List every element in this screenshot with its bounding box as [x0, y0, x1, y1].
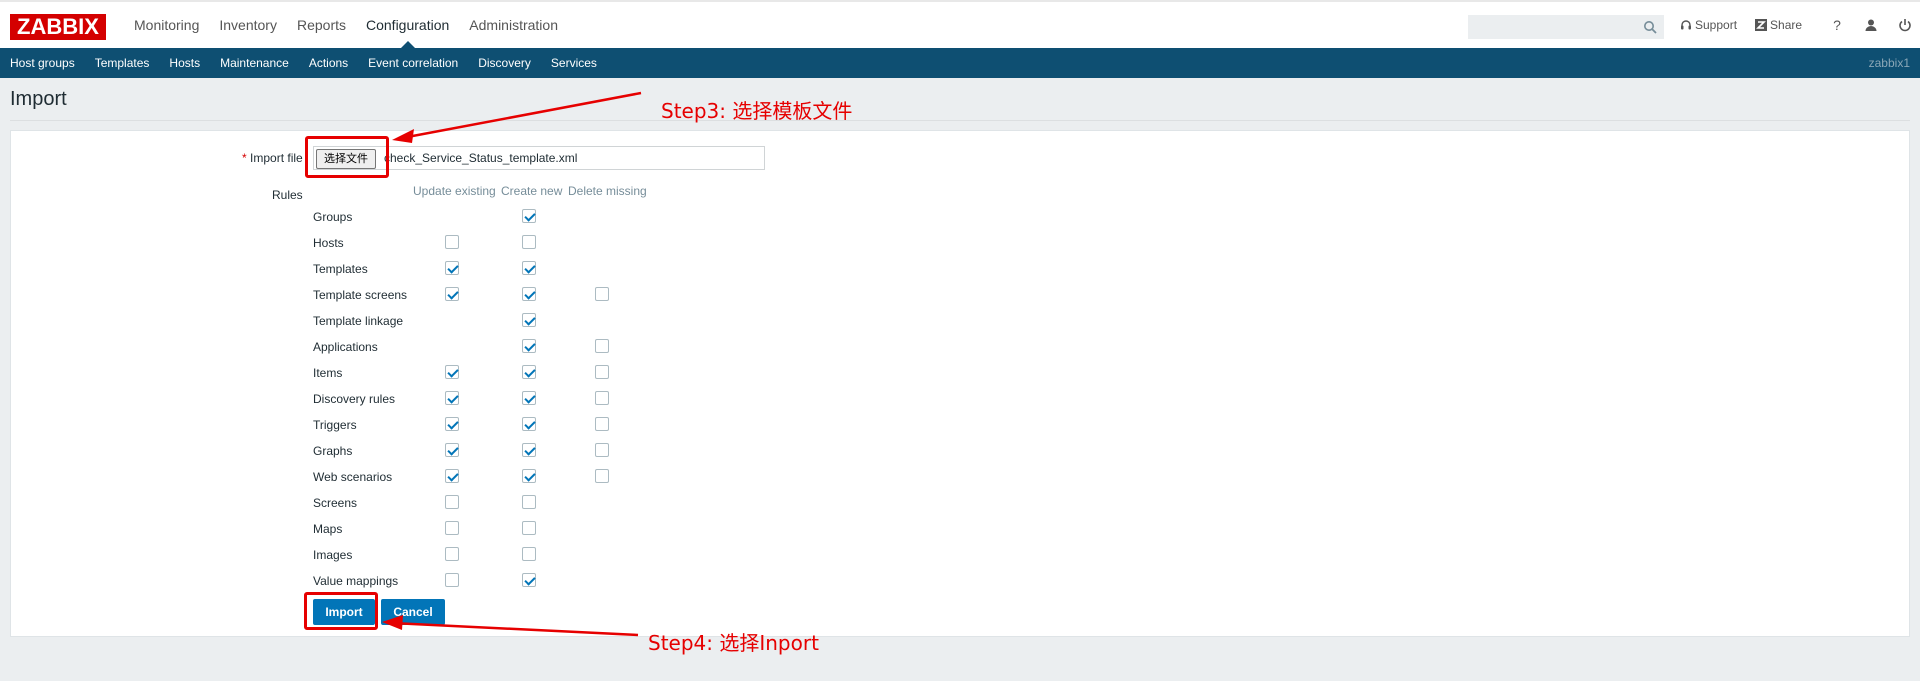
rule-checkbox-update[interactable]	[445, 365, 459, 379]
zabbix-logo[interactable]: ZABBIX	[10, 14, 106, 40]
column-update-existing: Update existing	[413, 184, 496, 198]
search-icon[interactable]	[1643, 20, 1657, 34]
subnav-item-actions[interactable]: Actions	[299, 48, 358, 78]
share-label: Share	[1770, 18, 1803, 32]
rule-checkbox-create[interactable]	[522, 495, 536, 509]
rule-checkbox-delete[interactable]	[595, 391, 609, 405]
cancel-button[interactable]: Cancel	[381, 599, 445, 625]
required-mark: *	[242, 151, 247, 165]
rule-checkbox-delete[interactable]	[595, 417, 609, 431]
import-file-label-text: Import file	[250, 151, 303, 165]
rule-label: Groups	[313, 210, 353, 224]
menu-item-administration[interactable]: Administration	[459, 2, 568, 48]
zabbix-share-icon	[1755, 19, 1768, 31]
rule-label: Graphs	[313, 444, 353, 458]
rule-label: Maps	[313, 522, 343, 536]
import-file-label: * Import file	[242, 151, 303, 165]
rule-checkbox-delete[interactable]	[595, 365, 609, 379]
menu-item-inventory[interactable]: Inventory	[209, 2, 287, 48]
top-bar: ZABBIX Monitoring Inventory Reports Conf…	[0, 0, 1920, 48]
rule-label: Discovery rules	[313, 392, 396, 406]
rule-checkbox-update[interactable]	[445, 235, 459, 249]
rule-checkbox-create[interactable]	[522, 417, 536, 431]
menu-item-reports[interactable]: Reports	[287, 2, 356, 48]
annotation-highlight-file-button	[305, 136, 389, 178]
rule-checkbox-create[interactable]	[522, 469, 536, 483]
subnav-item-hosts[interactable]: Hosts	[159, 48, 210, 78]
rule-checkbox-create[interactable]	[522, 547, 536, 561]
rule-checkbox-update[interactable]	[445, 391, 459, 405]
search-input[interactable]	[1468, 15, 1664, 39]
rule-checkbox-update[interactable]	[445, 521, 459, 535]
rule-label: Applications	[313, 340, 378, 354]
column-create-new: Create new	[501, 184, 563, 198]
support-label: Support	[1695, 18, 1738, 32]
menu-item-monitoring[interactable]: Monitoring	[124, 2, 209, 48]
rules-label: Rules	[272, 188, 303, 202]
selected-file-name: check_Service_Status_template.xml	[384, 151, 578, 165]
subnav-item-host-groups[interactable]: Host groups	[0, 48, 85, 78]
help-icon[interactable]: ?	[1829, 17, 1845, 33]
rule-label: Templates	[313, 262, 368, 276]
subnav-item-discovery[interactable]: Discovery	[468, 48, 541, 78]
main-menu: Monitoring Inventory Reports Configurati…	[124, 2, 568, 48]
rule-checkbox-update[interactable]	[445, 495, 459, 509]
annotation-step4-text: Step4: 选择Inport	[648, 631, 819, 655]
headset-icon	[1681, 20, 1691, 30]
rule-checkbox-create[interactable]	[522, 573, 536, 587]
rule-checkbox-update[interactable]	[445, 287, 459, 301]
rule-label: Screens	[313, 496, 358, 510]
rule-checkbox-update[interactable]	[445, 417, 459, 431]
subnav-item-maintenance[interactable]: Maintenance	[210, 48, 299, 78]
rule-checkbox-create[interactable]	[522, 443, 536, 457]
rule-checkbox-create[interactable]	[522, 521, 536, 535]
rule-checkbox-delete[interactable]	[595, 443, 609, 457]
rule-label: Hosts	[313, 236, 344, 250]
rule-checkbox-update[interactable]	[445, 261, 459, 275]
rule-checkbox-create[interactable]	[522, 339, 536, 353]
menu-item-configuration[interactable]: Configuration	[356, 2, 459, 48]
rule-checkbox-create[interactable]	[522, 313, 536, 327]
rule-label: Value mappings	[313, 574, 399, 588]
sign-out-icon[interactable]	[1897, 17, 1913, 33]
support-link[interactable]: Support	[1680, 18, 1737, 32]
rule-label: Template linkage	[313, 314, 404, 328]
title-divider	[10, 120, 1910, 121]
subnav-item-event-correlation[interactable]: Event correlation	[358, 48, 468, 78]
rule-checkbox-create[interactable]	[522, 365, 536, 379]
rule-checkbox-create[interactable]	[522, 287, 536, 301]
top-right-toolbar: Support Share ?	[1680, 2, 1920, 48]
rule-checkbox-create[interactable]	[522, 209, 536, 223]
rule-label: Template screens	[313, 288, 408, 302]
import-form-panel	[10, 130, 1910, 637]
rule-label: Triggers	[313, 418, 357, 432]
page-title: Import	[10, 88, 67, 110]
rule-label: Web scenarios	[313, 470, 393, 484]
rule-checkbox-create[interactable]	[522, 391, 536, 405]
rule-checkbox-delete[interactable]	[595, 469, 609, 483]
rule-checkbox-update[interactable]	[445, 443, 459, 457]
current-username: zabbix1	[1868, 56, 1910, 70]
share-link[interactable]: Share	[1755, 18, 1802, 32]
column-delete-missing: Delete missing	[568, 184, 647, 198]
rule-checkbox-update[interactable]	[445, 573, 459, 587]
subnav-item-services[interactable]: Services	[541, 48, 607, 78]
rule-label: Items	[313, 366, 343, 380]
rule-checkbox-create[interactable]	[522, 261, 536, 275]
annotation-step3-text: Step3: 选择模板文件	[661, 99, 853, 123]
rule-checkbox-update[interactable]	[445, 547, 459, 561]
user-profile-icon[interactable]	[1863, 17, 1879, 33]
subnav-item-templates[interactable]: Templates	[85, 48, 160, 78]
annotation-highlight-import-button	[304, 592, 378, 630]
rule-label: Images	[313, 548, 353, 562]
rule-checkbox-update[interactable]	[445, 469, 459, 483]
rule-checkbox-delete[interactable]	[595, 287, 609, 301]
sub-navigation: Host groups Templates Hosts Maintenance …	[0, 48, 1920, 78]
rule-checkbox-create[interactable]	[522, 235, 536, 249]
rule-checkbox-delete[interactable]	[595, 339, 609, 353]
